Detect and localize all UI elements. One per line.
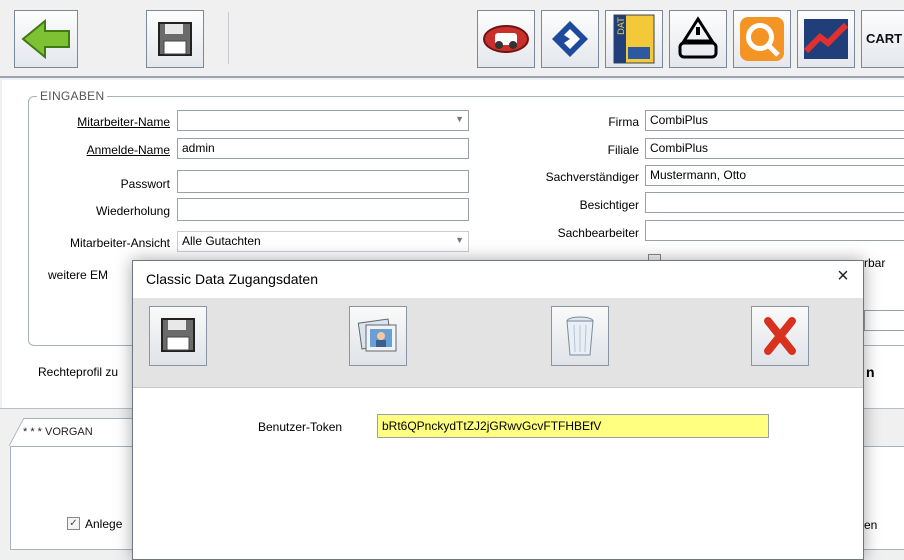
branch-label: Filiale xyxy=(607,143,639,157)
warning-car-button[interactable] xyxy=(669,10,727,68)
inspector-input[interactable] xyxy=(645,192,904,213)
partial-right-input[interactable] xyxy=(864,310,904,331)
toolbar-separator xyxy=(228,12,229,64)
login-name-input[interactable]: admin xyxy=(177,138,469,159)
carbase-logo-icon xyxy=(483,25,529,53)
company-input[interactable]: CombiPlus xyxy=(645,110,904,131)
chevron-down-icon: ▼ xyxy=(455,235,464,245)
dialog-save-button[interactable] xyxy=(149,306,207,366)
cart-button[interactable]: CART xyxy=(861,10,904,68)
password-input[interactable] xyxy=(177,170,469,193)
clerk-input[interactable] xyxy=(645,220,904,241)
dialog-recycle-button[interactable] xyxy=(551,306,609,366)
anlegen-checkbox[interactable]: ✓ xyxy=(67,517,80,530)
repeat-input[interactable] xyxy=(177,198,469,221)
group-title: EINGABEN xyxy=(37,89,108,103)
login-name-label: Anmelde-Name xyxy=(86,143,170,157)
dialog-picture-button[interactable] xyxy=(349,306,407,366)
save-button[interactable] xyxy=(146,10,204,68)
more-emails-label: weitere EM xyxy=(48,268,109,282)
employee-name-combo[interactable]: ▼ xyxy=(177,110,469,131)
company-label: Firma xyxy=(608,115,639,129)
cart-label: CART xyxy=(866,31,903,46)
blue-chevron-logo-icon xyxy=(552,21,588,57)
tab-vorgang-label: * * * VORGAN xyxy=(23,426,93,438)
recycle-bin-icon xyxy=(566,316,594,356)
search-car-button[interactable] xyxy=(733,10,791,68)
chevron-down-icon: ▼ xyxy=(455,114,464,124)
floppy-disk-icon xyxy=(158,22,192,56)
red-chart-logo-icon xyxy=(803,19,849,59)
rights-profile-label: Rechteprofil zu xyxy=(38,365,119,379)
expert-input[interactable]: Mustermann, Otto xyxy=(645,165,904,186)
employee-name-label: Mitarbeiter-Name xyxy=(77,115,170,129)
dialog-title: Classic Data Zugangsdaten xyxy=(146,271,318,287)
back-button[interactable] xyxy=(14,10,78,68)
inspector-label: Besichtiger xyxy=(579,198,639,212)
delete-x-icon xyxy=(764,317,796,355)
user-token-input[interactable]: bRt6QPnckydTtZJ2jGRwvGcvFTFHBEfV xyxy=(377,414,769,438)
branch-input[interactable]: CombiPlus xyxy=(645,138,904,159)
partial-bold-char: n xyxy=(866,364,875,380)
partial-lower-right-text: en xyxy=(864,518,878,532)
close-icon[interactable]: × xyxy=(832,266,854,288)
employee-view-label: Mitarbeiter-Ansicht xyxy=(69,236,170,250)
carbase-button[interactable] xyxy=(477,10,535,68)
partial-right-text: rbar xyxy=(864,256,886,270)
password-label: Passwort xyxy=(120,177,170,191)
chevron-logo-button[interactable] xyxy=(541,10,599,68)
search-car-logo-icon xyxy=(740,17,784,61)
expert-label: Sachverständiger xyxy=(545,170,639,184)
dialog-toolbar xyxy=(133,298,863,388)
clerk-label: Sachbearbeiter xyxy=(557,226,639,240)
warning-car-logo-icon xyxy=(678,16,718,59)
anlegen-label: Anlege xyxy=(85,517,123,531)
svg-text:DAT: DAT xyxy=(617,17,627,35)
dat-logo-icon: DAT xyxy=(613,14,655,64)
chart-logo-button[interactable] xyxy=(797,10,855,68)
main-toolbar: DAT CART xyxy=(0,0,904,78)
picture-icon xyxy=(357,318,397,352)
user-token-label: Benutzer-Token xyxy=(258,420,343,434)
dialog-delete-button[interactable] xyxy=(751,306,809,366)
repeat-label: Wiederholung xyxy=(95,204,170,218)
floppy-disk-icon xyxy=(161,318,195,352)
dat-button[interactable]: DAT xyxy=(605,10,663,68)
back-arrow-icon xyxy=(21,18,70,60)
employee-view-combo[interactable]: Alle Gutachten ▼ xyxy=(177,231,469,252)
